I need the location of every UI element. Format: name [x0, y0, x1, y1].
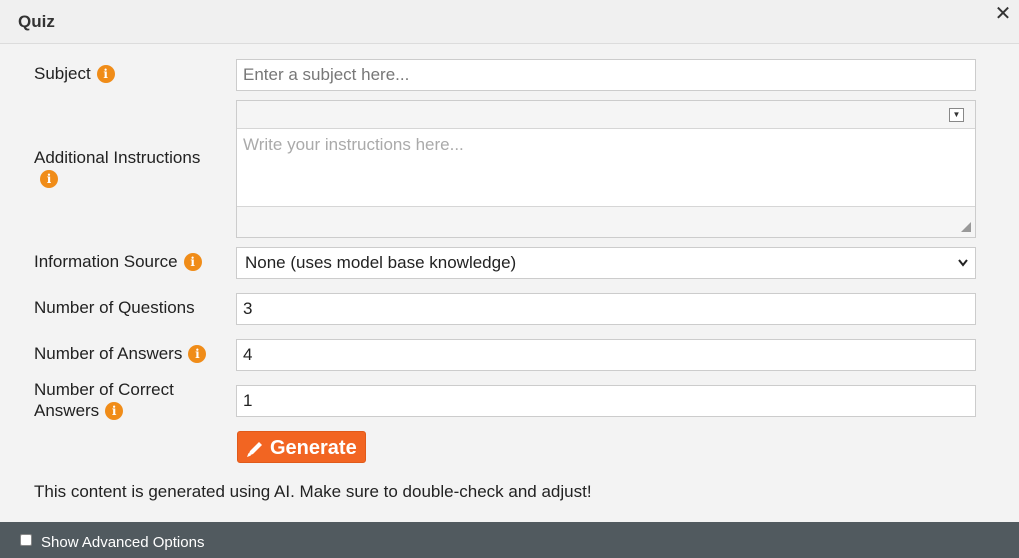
num-answers-label: Number of Answers i	[34, 343, 207, 364]
pencil-icon	[244, 438, 266, 460]
info-source-select[interactable]: None (uses model base knowledge)	[236, 247, 976, 279]
advanced-options-checkbox[interactable]	[20, 534, 32, 546]
close-icon[interactable]: ✕	[993, 2, 1013, 26]
num-correct-label: Number of Correct Answers i	[34, 380, 174, 420]
info-source-label: Information Source i	[34, 251, 202, 272]
chevron-down-icon	[957, 248, 969, 288]
info-icon[interactable]: i	[96, 64, 115, 83]
info-icon[interactable]: i	[105, 401, 124, 420]
num-answers-input[interactable]: 4	[236, 339, 976, 371]
info-icon[interactable]: i	[188, 344, 207, 363]
chevron-down-icon[interactable]: ▼	[949, 108, 964, 122]
generate-button[interactable]: Generate	[237, 431, 366, 463]
resize-handle-icon[interactable]	[961, 222, 971, 232]
advanced-options-label[interactable]: Show Advanced Options	[41, 534, 204, 551]
generate-label: Generate	[270, 437, 357, 459]
num-questions-label: Number of Questions	[34, 298, 195, 317]
dialog-header: Quiz ✕	[0, 0, 1019, 44]
subject-input[interactable]	[236, 59, 976, 91]
subject-label: Subject i	[34, 63, 115, 84]
num-questions-input[interactable]: 3	[236, 293, 976, 325]
ai-notice: This content is generated using AI. Make…	[34, 482, 592, 501]
editor-statusbar	[237, 207, 975, 237]
info-source-selected: None (uses model base knowledge)	[245, 253, 517, 272]
dialog-footer: Show Advanced Options	[0, 522, 1019, 558]
instructions-label: Additional Instructions	[34, 148, 201, 167]
info-icon[interactable]: i	[40, 170, 58, 188]
info-icon[interactable]: i	[183, 252, 202, 271]
editor-toolbar: ▼	[237, 101, 975, 129]
instructions-editor: ▼ Write your instructions here...	[236, 100, 976, 238]
num-correct-input[interactable]: 1	[236, 385, 976, 417]
dialog-title: Quiz	[18, 12, 55, 31]
instructions-textarea[interactable]: Write your instructions here...	[237, 129, 975, 207]
